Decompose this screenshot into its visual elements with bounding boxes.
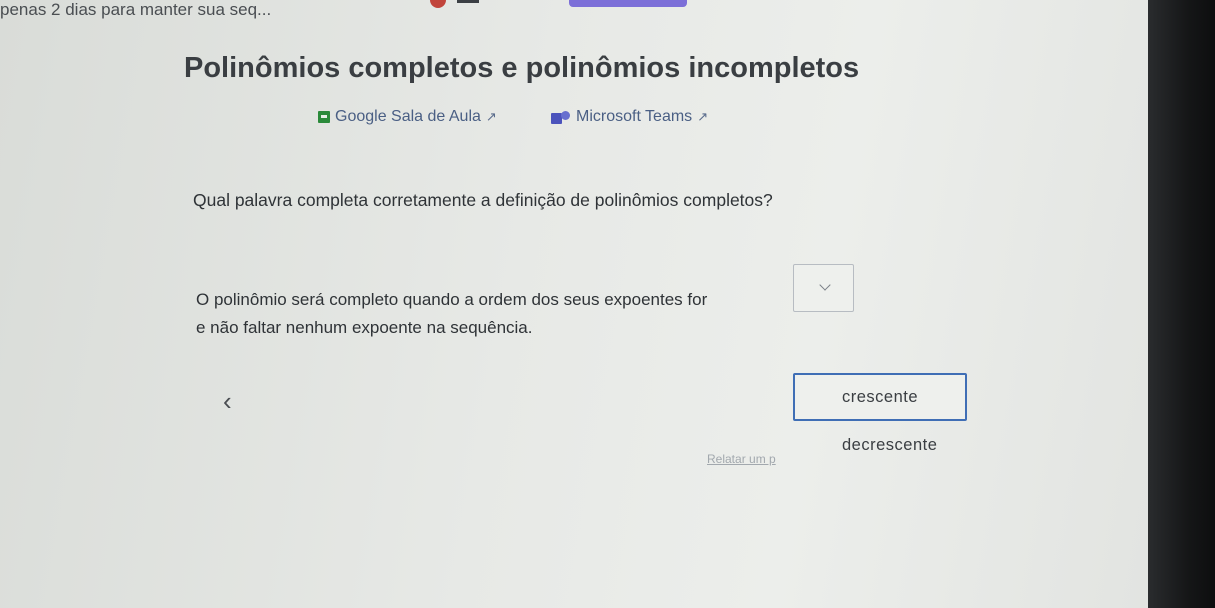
progress-bar <box>569 0 687 7</box>
page-title: Polinômios completos e polinômios incomp… <box>184 52 860 84</box>
chevron-left-icon[interactable]: ‹ <box>223 386 232 417</box>
answer-dropdown[interactable] <box>793 264 854 312</box>
microsoft-teams-icon <box>551 110 571 124</box>
sentence-after-blank: e não faltar nenhum expoente na sequênci… <box>196 318 533 337</box>
option-decrescente[interactable]: decrescente <box>842 436 937 455</box>
header-divider <box>457 0 479 3</box>
share-microsoft-teams-label: Microsoft Teams <box>576 108 693 125</box>
fill-in-sentence: O polinômio será completo quando a ordem… <box>196 286 796 342</box>
option-crescente[interactable]: crescente <box>793 373 967 421</box>
share-microsoft-teams-link[interactable]: Microsoft Teams ↗ <box>551 108 708 126</box>
report-problem-link[interactable]: Relatar um p <box>707 452 776 466</box>
streak-icon <box>430 0 446 8</box>
streak-reminder: penas 2 dias para manter sua seq... <box>0 0 272 19</box>
screen: penas 2 dias para manter sua seq... Poli… <box>0 0 1148 608</box>
question-prompt: Qual palavra completa corretamente a def… <box>193 190 773 210</box>
chevron-down-icon <box>819 279 831 291</box>
google-classroom-icon <box>318 111 330 123</box>
share-google-classroom-link[interactable]: Google Sala de Aula ↗ <box>318 108 497 126</box>
external-link-icon: ↗ <box>485 109 497 124</box>
monitor-bezel <box>1148 0 1215 608</box>
external-link-icon: ↗ <box>697 109 709 124</box>
sentence-before-blank: O polinômio será completo quando a ordem… <box>196 290 708 309</box>
share-google-classroom-label: Google Sala de Aula <box>335 108 481 125</box>
